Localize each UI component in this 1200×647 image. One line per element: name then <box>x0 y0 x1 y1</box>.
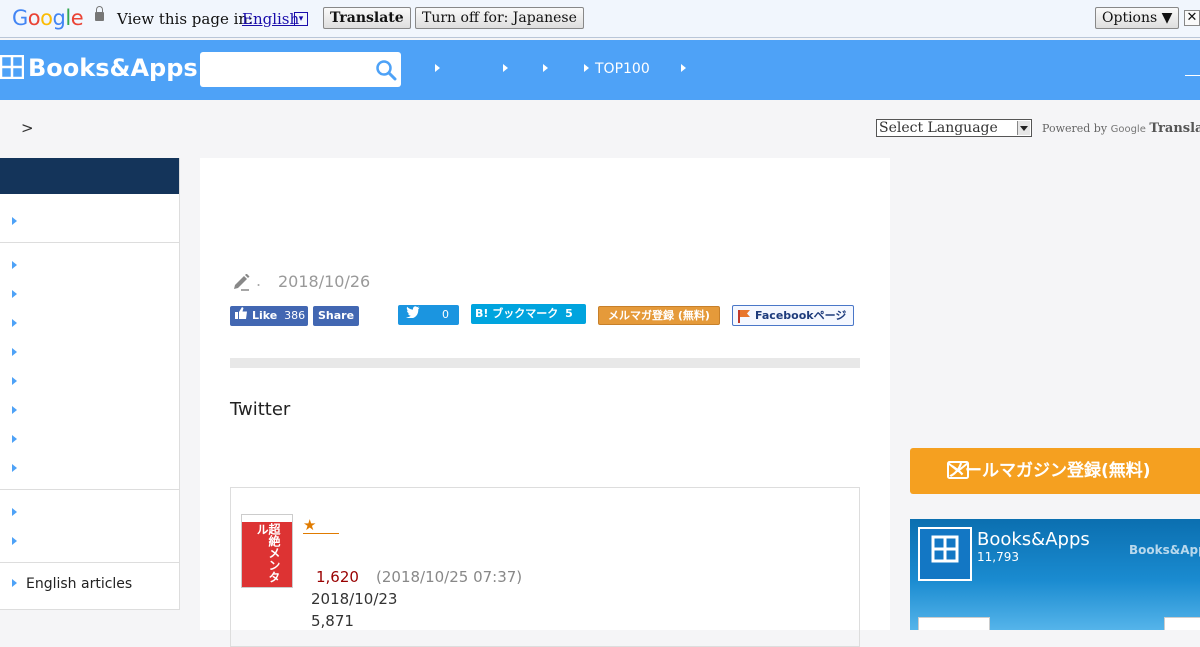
site-logo-text: Books&Apps <box>28 54 198 82</box>
sidebar-arrow-icon <box>12 579 17 587</box>
envelope-icon <box>947 461 969 483</box>
nav-arrow-icon <box>543 64 548 72</box>
sidebar-item-english-articles[interactable]: English articles <box>12 576 132 592</box>
twitter-bird-icon <box>406 305 420 325</box>
flag-icon <box>737 309 751 329</box>
book-rank: 5,871 <box>311 612 354 630</box>
breadcrumb: > <box>21 119 34 137</box>
book-release-date: 2018/10/23 <box>311 590 398 608</box>
facebook-like-page-button[interactable] <box>918 617 990 630</box>
sidebar-arrow-icon <box>12 464 17 472</box>
sidebar-arrow-icon <box>12 435 17 443</box>
sidebar-arrow-icon <box>12 406 17 414</box>
author-name[interactable]: . <box>256 271 261 290</box>
nav-arrow-icon <box>681 64 686 72</box>
google-translate-bar: Google View this page in: English ▾ Tran… <box>0 0 1200 38</box>
tweet-button[interactable]: 0 <box>398 305 459 325</box>
sidebar-item[interactable] <box>12 287 26 303</box>
section-heading: Twitter <box>230 399 291 420</box>
book-card: 超絶メンタル ★ 1,620 (2018/10/25 07:37) 2018/1… <box>230 487 860 647</box>
sidebar-divider <box>0 562 180 563</box>
sidebar-item[interactable] <box>12 214 26 230</box>
sidebar-arrow-icon <box>12 508 17 516</box>
language-dropdown-icon[interactable]: ▾ <box>294 12 308 26</box>
sidebar-item[interactable] <box>12 432 26 448</box>
sidebar-item[interactable] <box>12 374 26 390</box>
sidebar-item[interactable] <box>12 403 26 419</box>
nav-item-5[interactable] <box>681 61 692 77</box>
sidebar-arrow-icon <box>12 319 17 327</box>
star-icon: ★ <box>303 516 317 534</box>
search-icon[interactable] <box>375 59 397 85</box>
facebook-page-button[interactable]: Facebookページ <box>732 305 854 326</box>
site-logo[interactable]: Books&Apps <box>0 54 198 82</box>
facebook-message-button[interactable] <box>1164 617 1200 630</box>
sidebar-divider <box>0 489 180 490</box>
nav-item-top100[interactable]: TOP100 <box>584 61 650 77</box>
select-language-label: Select Language <box>879 120 998 136</box>
close-icon[interactable]: ✕ <box>1184 10 1200 26</box>
pencil-icon <box>232 273 252 296</box>
sidebar-arrow-icon <box>12 537 17 545</box>
nav-arrow-icon <box>503 64 508 72</box>
price-timestamp: (2018/10/25 07:37) <box>376 568 523 586</box>
facebook-page-avatar[interactable] <box>918 527 972 581</box>
sidebar-arrow-icon <box>12 261 17 269</box>
sidebar-arrow-icon <box>12 348 17 356</box>
sidebar: English articles <box>0 158 180 610</box>
facebook-share-button[interactable]: Share <box>313 306 359 326</box>
article-date: 2018/10/26 <box>278 272 371 291</box>
turn-off-button[interactable]: Turn off for: Japanese <box>415 7 584 29</box>
facebook-page-name[interactable]: Books&Apps <box>977 529 1090 550</box>
language-link[interactable]: English <box>242 10 299 28</box>
sidebar-item[interactable] <box>12 345 26 361</box>
sidebar-arrow-icon <box>12 217 17 225</box>
facebook-follower-count: 11,793 <box>977 550 1019 564</box>
book-title-link[interactable]: ★ <box>303 516 339 534</box>
nav-item-1[interactable] <box>435 61 446 77</box>
facebook-cover-watermark: Books&Apps <box>1129 543 1200 557</box>
book-cover-image[interactable]: 超絶メンタル <box>241 514 293 588</box>
sidebar-item[interactable] <box>12 316 26 332</box>
sidebar-arrow-icon <box>12 377 17 385</box>
powered-by-google: Powered by Google Translate <box>1042 121 1200 136</box>
lock-icon <box>95 6 104 21</box>
books-apps-logo-icon <box>0 54 25 80</box>
view-page-label: View this page in: <box>117 10 254 28</box>
hatena-bookmark-button[interactable]: B! ブックマーク 5 <box>471 304 586 324</box>
options-button[interactable]: Options ▼ <box>1095 7 1180 29</box>
facebook-page-widget[interactable]: Books&Apps 11,793 Books&Apps <box>910 519 1200 630</box>
section-divider <box>230 358 860 368</box>
chevron-down-icon <box>1017 121 1030 135</box>
select-language-dropdown[interactable]: Select Language <box>876 119 1032 137</box>
site-header: Books&Apps TOP100 <box>0 40 1200 100</box>
sidebar-arrow-icon <box>12 290 17 298</box>
search-input[interactable] <box>200 52 401 87</box>
nav-arrow-icon <box>435 64 440 72</box>
header-menu-line[interactable] <box>1185 75 1200 76</box>
nav-item-3[interactable] <box>543 61 554 77</box>
sidebar-item[interactable] <box>12 534 26 550</box>
mailmag-register-button[interactable]: メルマガ登録 (無料) <box>598 306 720 325</box>
thumbs-up-icon <box>235 306 248 326</box>
sidebar-divider <box>0 242 180 243</box>
sidebar-item[interactable] <box>12 461 26 477</box>
facebook-like-button[interactable]: Like 386 <box>230 306 308 326</box>
nav-item-2[interactable] <box>503 61 514 77</box>
book-price: 1,620 <box>316 568 359 586</box>
translate-button[interactable]: Translate <box>323 7 411 29</box>
sidebar-header <box>0 158 179 194</box>
nav-arrow-icon <box>584 64 589 72</box>
sidebar-item[interactable] <box>12 258 26 274</box>
article-main: . 2018/10/26 Like 386 Share 0 B! ブックマーク … <box>200 158 890 647</box>
google-logo: Google <box>12 6 84 30</box>
sidebar-item[interactable] <box>12 505 26 521</box>
